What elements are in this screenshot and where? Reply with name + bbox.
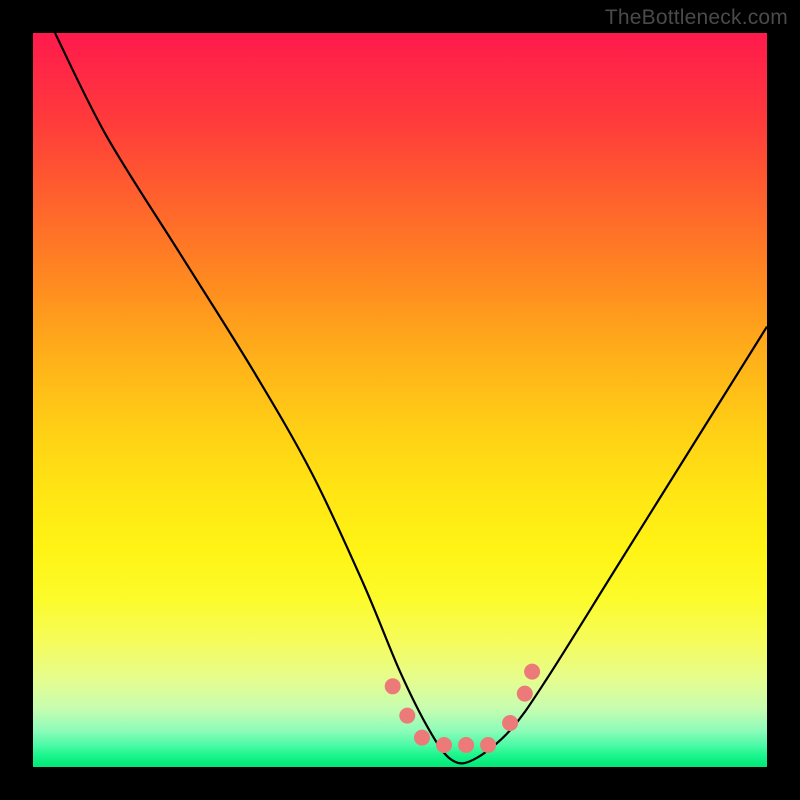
data-marker [480,737,496,753]
chart-svg [33,33,767,767]
data-marker [414,730,430,746]
curve-layer [55,33,767,763]
data-marker [385,678,401,694]
data-marker [524,664,540,680]
marker-layer [385,664,540,753]
data-marker [517,686,533,702]
plot-area [33,33,767,767]
bottleneck-curve [55,33,767,763]
data-marker [399,708,415,724]
attribution-text: TheBottleneck.com [605,6,788,30]
chart-frame: TheBottleneck.com [0,0,800,800]
data-marker [458,737,474,753]
data-marker [502,715,518,731]
data-marker [436,737,452,753]
